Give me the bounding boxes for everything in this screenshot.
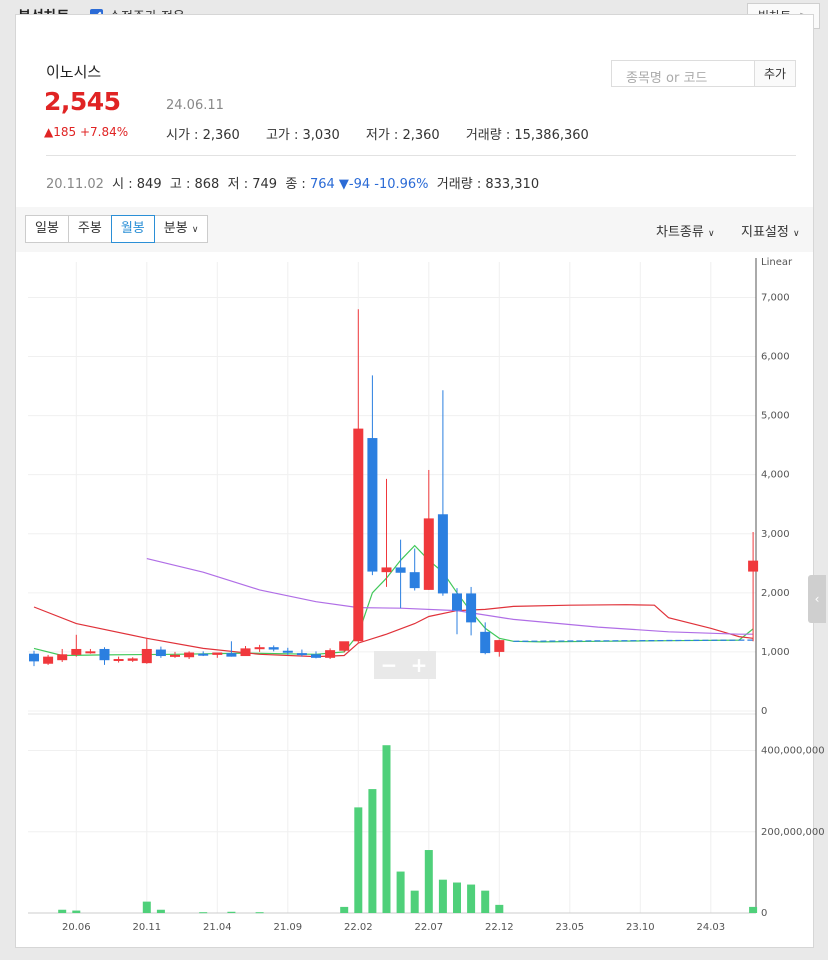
candle-body <box>339 641 350 651</box>
volume-bar <box>199 912 208 914</box>
candle-body <box>113 659 124 662</box>
candle-body <box>268 647 279 650</box>
x-tick-label: 20.06 <box>62 922 91 933</box>
candle-body <box>353 428 364 642</box>
x-tick-label: 22.12 <box>485 922 514 933</box>
candle-body <box>170 654 180 657</box>
volume-bar <box>382 745 391 913</box>
candle-body <box>43 656 54 664</box>
candle-body <box>57 654 68 661</box>
volume-bar <box>495 904 504 913</box>
x-tick-label: 22.02 <box>344 922 373 933</box>
candle-body <box>127 658 138 661</box>
x-tick-label: 23.05 <box>555 922 584 933</box>
candle-body <box>494 640 505 652</box>
volume-bar <box>255 912 264 914</box>
volume-bar <box>467 884 476 913</box>
volume-bar <box>340 906 349 913</box>
candle-body <box>466 593 477 623</box>
side-panel-toggle[interactable]: ‹ <box>808 575 826 623</box>
volume-bar <box>410 890 419 913</box>
x-tick-label: 24.03 <box>696 922 725 933</box>
candle-body <box>282 650 293 653</box>
price-tick-label: 4,000 <box>761 470 790 481</box>
price-tick-label: 5,000 <box>761 411 790 422</box>
zoom-in-button[interactable]: + <box>404 651 434 679</box>
volume-bar <box>354 807 363 913</box>
candle-body <box>296 653 307 656</box>
volume-bar <box>142 901 151 913</box>
candle-body <box>409 572 420 589</box>
zoom-out-button[interactable]: − <box>374 651 404 679</box>
price-tick-label: 2,000 <box>761 588 790 599</box>
volume-bar <box>453 882 461 913</box>
price-tick-label: 7,000 <box>761 292 790 303</box>
candle-body <box>71 648 82 655</box>
x-tick-label: 23.10 <box>626 922 655 933</box>
volume-bar <box>156 909 165 913</box>
candle-body <box>141 648 152 664</box>
candle-body <box>325 650 336 658</box>
candle-body <box>254 647 265 650</box>
candle-body <box>184 652 195 658</box>
candle-body <box>198 653 209 656</box>
tab-monthly[interactable]: 월봉 <box>110 215 155 243</box>
chevron-left-icon: ‹ <box>814 592 820 606</box>
candle-body <box>29 653 39 662</box>
candle-body <box>452 593 462 611</box>
x-tick-label: 21.09 <box>273 922 302 933</box>
moving-average-line <box>33 544 754 657</box>
candle-body <box>381 567 392 573</box>
candle-body <box>437 514 448 594</box>
candle-body <box>423 518 434 590</box>
volume-bar <box>396 871 405 913</box>
price-tick-label: 1,000 <box>761 647 790 658</box>
x-tick-label: 20.11 <box>132 922 161 933</box>
zoom-controls: − + <box>374 651 436 679</box>
volume-bar <box>227 911 236 913</box>
volume-bar <box>72 910 81 913</box>
volume-bar <box>58 909 67 913</box>
candle-body <box>155 649 166 657</box>
x-tick-label: 22.07 <box>414 922 443 933</box>
candle-body <box>99 648 110 661</box>
volume-tick-label: 200,000,000 <box>761 827 825 838</box>
moving-average-line <box>513 639 754 642</box>
candle-body <box>240 648 251 657</box>
price-tick-label: 3,000 <box>761 529 790 540</box>
candle-body <box>212 652 223 655</box>
x-tick-label: 21.04 <box>203 922 232 933</box>
scale-label: Linear <box>761 257 793 268</box>
candle-body <box>85 651 96 654</box>
candle-body <box>226 653 237 657</box>
price-tick-label: 0 <box>761 706 767 717</box>
candle-body <box>367 438 378 572</box>
volume-bar <box>749 906 758 913</box>
candle-body <box>480 631 491 654</box>
volume-bar <box>481 890 490 913</box>
candle-body <box>395 567 406 573</box>
volume-bar <box>438 879 447 913</box>
candle-body <box>748 560 759 572</box>
volume-bar <box>424 850 433 913</box>
stock-chart[interactable]: Linear 0 1,000 2,000 3,000 4,000 5,000 6,000 7,0… <box>0 0 828 960</box>
volume-bar <box>368 789 377 913</box>
volume-tick-label: 0 <box>761 908 767 919</box>
volume-tick-label: 400,000,000 <box>761 746 825 757</box>
candle-body <box>311 654 321 658</box>
price-tick-label: 6,000 <box>761 352 790 363</box>
moving-average-line <box>146 558 754 635</box>
